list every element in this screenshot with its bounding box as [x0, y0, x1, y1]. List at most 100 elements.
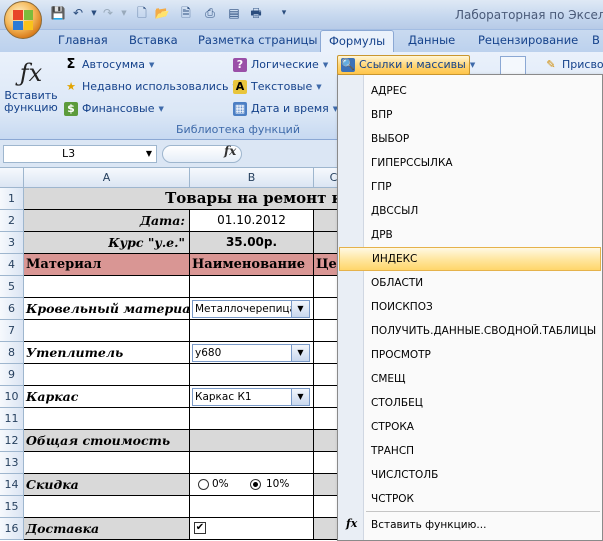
- menu-item-offset[interactable]: СМЕЩ: [339, 367, 601, 391]
- delivery-label-cell[interactable]: Доставка: [24, 518, 190, 540]
- undo-icon[interactable]: ↶: [70, 5, 86, 21]
- roof-label-cell[interactable]: Кровельный материал: [24, 298, 190, 320]
- cell-b5[interactable]: [190, 276, 314, 298]
- row-header[interactable]: 1: [0, 188, 24, 210]
- row-header[interactable]: 16: [0, 518, 24, 540]
- header-material-cell[interactable]: Материал: [24, 254, 190, 276]
- discount-radio-10[interactable]: [250, 479, 261, 490]
- frame-label-cell[interactable]: Каркас: [24, 386, 190, 408]
- row-header[interactable]: 2: [0, 210, 24, 232]
- tab-formulas[interactable]: Формулы: [320, 30, 395, 53]
- sheet-title-cell[interactable]: Товары на ремонт кр: [24, 188, 354, 210]
- rate-label-cell[interactable]: Курс "у.е.": [24, 232, 190, 254]
- date-time-button[interactable]: ▦ Дата и время ▼: [233, 100, 338, 118]
- tab-view[interactable]: В: [592, 30, 600, 52]
- chevron-down-icon[interactable]: ▼: [291, 389, 309, 405]
- menu-item-row[interactable]: СТРОКА: [339, 415, 601, 439]
- discount-label-cell[interactable]: Скидка: [24, 474, 190, 496]
- row-header[interactable]: 14: [0, 474, 24, 496]
- menu-item-transpose[interactable]: ТРАНСП: [339, 439, 601, 463]
- frame-combobox[interactable]: Каркас К1 ▼: [192, 388, 310, 406]
- menu-item-getpivotdata[interactable]: ПОЛУЧИТЬ.ДАННЫЕ.СВОДНОЙ.ТАБЛИЦЫ: [339, 319, 601, 343]
- insert-function-fx-icon[interactable]: fx: [224, 144, 236, 158]
- quick-print-icon[interactable]: ⎙: [202, 5, 218, 21]
- menu-item-hlookup[interactable]: ГПР: [339, 175, 601, 199]
- column-header-a[interactable]: A: [24, 168, 190, 188]
- customize-qat-icon[interactable]: ▾: [276, 5, 292, 21]
- tab-insert[interactable]: Вставка: [129, 30, 178, 52]
- print-preview-icon[interactable]: 🗎: [178, 5, 194, 21]
- text-button[interactable]: A Текстовые ▼: [233, 78, 322, 96]
- cell-a5[interactable]: [24, 276, 190, 298]
- row-header[interactable]: 12: [0, 430, 24, 452]
- menu-item-vlookup[interactable]: ВПР: [339, 103, 601, 127]
- cell-b15[interactable]: [190, 496, 314, 518]
- insert-function-button[interactable]: ƒx Вставить функцию: [4, 56, 58, 120]
- redo-icon[interactable]: ↷: [100, 5, 116, 21]
- menu-item-indirect[interactable]: ДВССЫЛ: [339, 199, 601, 223]
- tab-data[interactable]: Данные: [408, 30, 455, 52]
- row-header[interactable]: 13: [0, 452, 24, 474]
- cell-a7[interactable]: [24, 320, 190, 342]
- menu-item-hyperlink[interactable]: ГИПЕРССЫЛКА: [339, 151, 601, 175]
- insulation-combobox[interactable]: у680 ▼: [192, 344, 310, 362]
- row-header[interactable]: 15: [0, 496, 24, 518]
- row-header[interactable]: 3: [0, 232, 24, 254]
- chevron-down-icon[interactable]: ▼: [146, 146, 152, 162]
- cell-b11[interactable]: [190, 408, 314, 430]
- menu-item-choose[interactable]: ВЫБОР: [339, 127, 601, 151]
- chevron-down-icon[interactable]: ▼: [291, 345, 309, 361]
- new-file-icon[interactable]: 🗋: [134, 5, 150, 21]
- form-icon[interactable]: ▤: [226, 5, 242, 21]
- row-header[interactable]: 7: [0, 320, 24, 342]
- menu-item-address[interactable]: АДРЕС: [339, 79, 601, 103]
- insulation-label-cell[interactable]: Утеплитель: [24, 342, 190, 364]
- assign-name-button[interactable]: ✎ Присво: [544, 56, 603, 74]
- cell-a11[interactable]: [24, 408, 190, 430]
- redo-dropdown-icon[interactable]: ▼: [116, 5, 132, 21]
- tab-page-layout[interactable]: Разметка страницы: [198, 30, 317, 52]
- name-box[interactable]: L3 ▼: [3, 145, 157, 163]
- menu-item-match[interactable]: ПОИСКПОЗ: [339, 295, 601, 319]
- row-header[interactable]: 6: [0, 298, 24, 320]
- menu-item-rtd[interactable]: ДРВ: [339, 223, 601, 247]
- row-header[interactable]: 10: [0, 386, 24, 408]
- cell-b13[interactable]: [190, 452, 314, 474]
- cell-a9[interactable]: [24, 364, 190, 386]
- select-all-corner[interactable]: [0, 168, 24, 188]
- menu-item-lookup[interactable]: ПРОСМОТР: [339, 343, 601, 367]
- row-header[interactable]: 9: [0, 364, 24, 386]
- printer-icon[interactable]: 🖶: [248, 5, 264, 21]
- row-header[interactable]: 5: [0, 276, 24, 298]
- cell-a13[interactable]: [24, 452, 190, 474]
- menu-item-rows[interactable]: ЧСТРОК: [339, 487, 601, 511]
- autosum-button[interactable]: Σ Автосумма ▼: [64, 56, 155, 74]
- menu-item-areas[interactable]: ОБЛАСТИ: [339, 271, 601, 295]
- row-header[interactable]: 11: [0, 408, 24, 430]
- header-name-cell[interactable]: Наименование: [190, 254, 314, 276]
- rate-value-cell[interactable]: 35.00р.: [190, 232, 314, 254]
- recently-used-button[interactable]: ★ Недавно использовались ▼: [64, 78, 238, 96]
- menu-item-insert-function[interactable]: Вставить функцию...: [339, 513, 601, 537]
- office-button[interactable]: [4, 1, 42, 39]
- date-label-cell[interactable]: Дата:: [24, 210, 190, 232]
- menu-item-columns[interactable]: ЧИСЛСТОЛБ: [339, 463, 601, 487]
- discount-radio-0[interactable]: [198, 479, 209, 490]
- save-icon[interactable]: 💾: [50, 5, 66, 21]
- column-header-b[interactable]: B: [190, 168, 314, 188]
- cell-b12[interactable]: [190, 430, 314, 452]
- tab-home[interactable]: Главная: [58, 30, 108, 52]
- cell-b9[interactable]: [190, 364, 314, 386]
- row-header[interactable]: 4: [0, 254, 24, 276]
- cell-a15[interactable]: [24, 496, 190, 518]
- date-value-cell[interactable]: 01.10.2012: [190, 210, 314, 232]
- menu-item-column[interactable]: СТОЛБЕЦ: [339, 391, 601, 415]
- menu-item-index[interactable]: ИНДЕКС: [339, 247, 601, 271]
- lookup-reference-button[interactable]: 🔍 Ссылки и массивы ▼: [337, 55, 475, 75]
- tab-review[interactable]: Рецензирование: [478, 30, 578, 52]
- delivery-checkbox[interactable]: ✔: [194, 522, 206, 534]
- roof-combobox[interactable]: Металлочерепица ▼: [192, 300, 310, 318]
- financial-button[interactable]: $ Финансовые ▼: [64, 100, 164, 118]
- cell-b7[interactable]: [190, 320, 314, 342]
- logical-button[interactable]: ? Логические ▼: [233, 56, 328, 74]
